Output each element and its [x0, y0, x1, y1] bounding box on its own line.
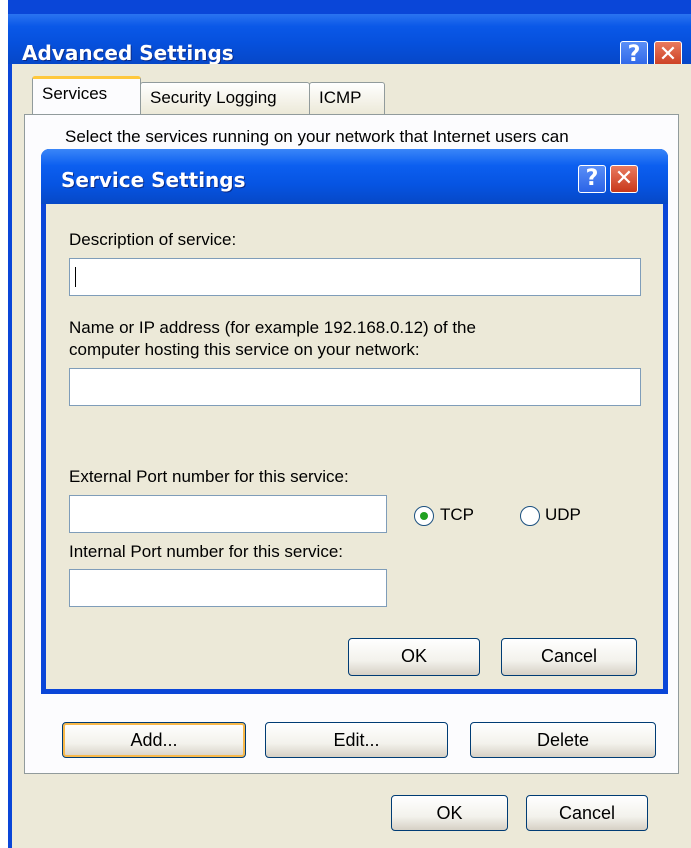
description-field[interactable]: [69, 258, 641, 296]
external-port-label: External Port number for this service:: [69, 467, 349, 486]
udp-radio[interactable]: [520, 506, 540, 526]
tab-services[interactable]: Services: [32, 76, 141, 114]
tcp-label[interactable]: TCP: [440, 505, 474, 525]
cancel-button[interactable]: Cancel: [526, 795, 648, 831]
service-settings-dialog: Service Settings ? ✕ Description of serv…: [41, 149, 668, 694]
host-address-field[interactable]: [69, 368, 641, 406]
help-icon: ?: [585, 166, 599, 191]
delete-button[interactable]: Delete: [470, 722, 656, 758]
radio-selected-dot: [420, 512, 428, 520]
description-label: Description of service:: [69, 230, 237, 249]
service-ok-button[interactable]: OK: [348, 638, 480, 676]
internal-port-label: Internal Port number for this service:: [69, 542, 344, 561]
udp-label[interactable]: UDP: [545, 505, 581, 525]
text-caret: [75, 267, 76, 287]
service-settings-client: Description of service: Name or IP addre…: [46, 204, 663, 689]
service-cancel-button[interactable]: Cancel: [501, 638, 637, 676]
service-settings-titlebar[interactable]: Service Settings ? ✕: [41, 149, 668, 204]
internal-port-field[interactable]: [69, 569, 387, 607]
advanced-settings-title: Advanced Settings: [22, 41, 234, 65]
advanced-settings-titlebar[interactable]: Advanced Settings ? ✕: [8, 14, 691, 69]
external-port-field[interactable]: [69, 495, 387, 533]
host-label-line2: computer hosting this service on your ne…: [69, 340, 420, 359]
tab-security-logging[interactable]: Security Logging: [140, 82, 310, 114]
add-button[interactable]: Add...: [62, 722, 246, 758]
service-help-button[interactable]: ?: [578, 165, 606, 193]
close-icon: ✕: [614, 166, 634, 191]
ok-button[interactable]: OK: [391, 795, 508, 831]
host-label-line1: Name or IP address (for example 192.168.…: [69, 318, 476, 337]
tcp-radio[interactable]: [414, 506, 434, 526]
service-close-button[interactable]: ✕: [610, 165, 638, 193]
service-settings-title: Service Settings: [61, 168, 246, 192]
edit-button[interactable]: Edit...: [265, 722, 448, 758]
services-description-text: Select the services running on your netw…: [65, 127, 569, 146]
tab-icmp[interactable]: ICMP: [309, 82, 385, 114]
